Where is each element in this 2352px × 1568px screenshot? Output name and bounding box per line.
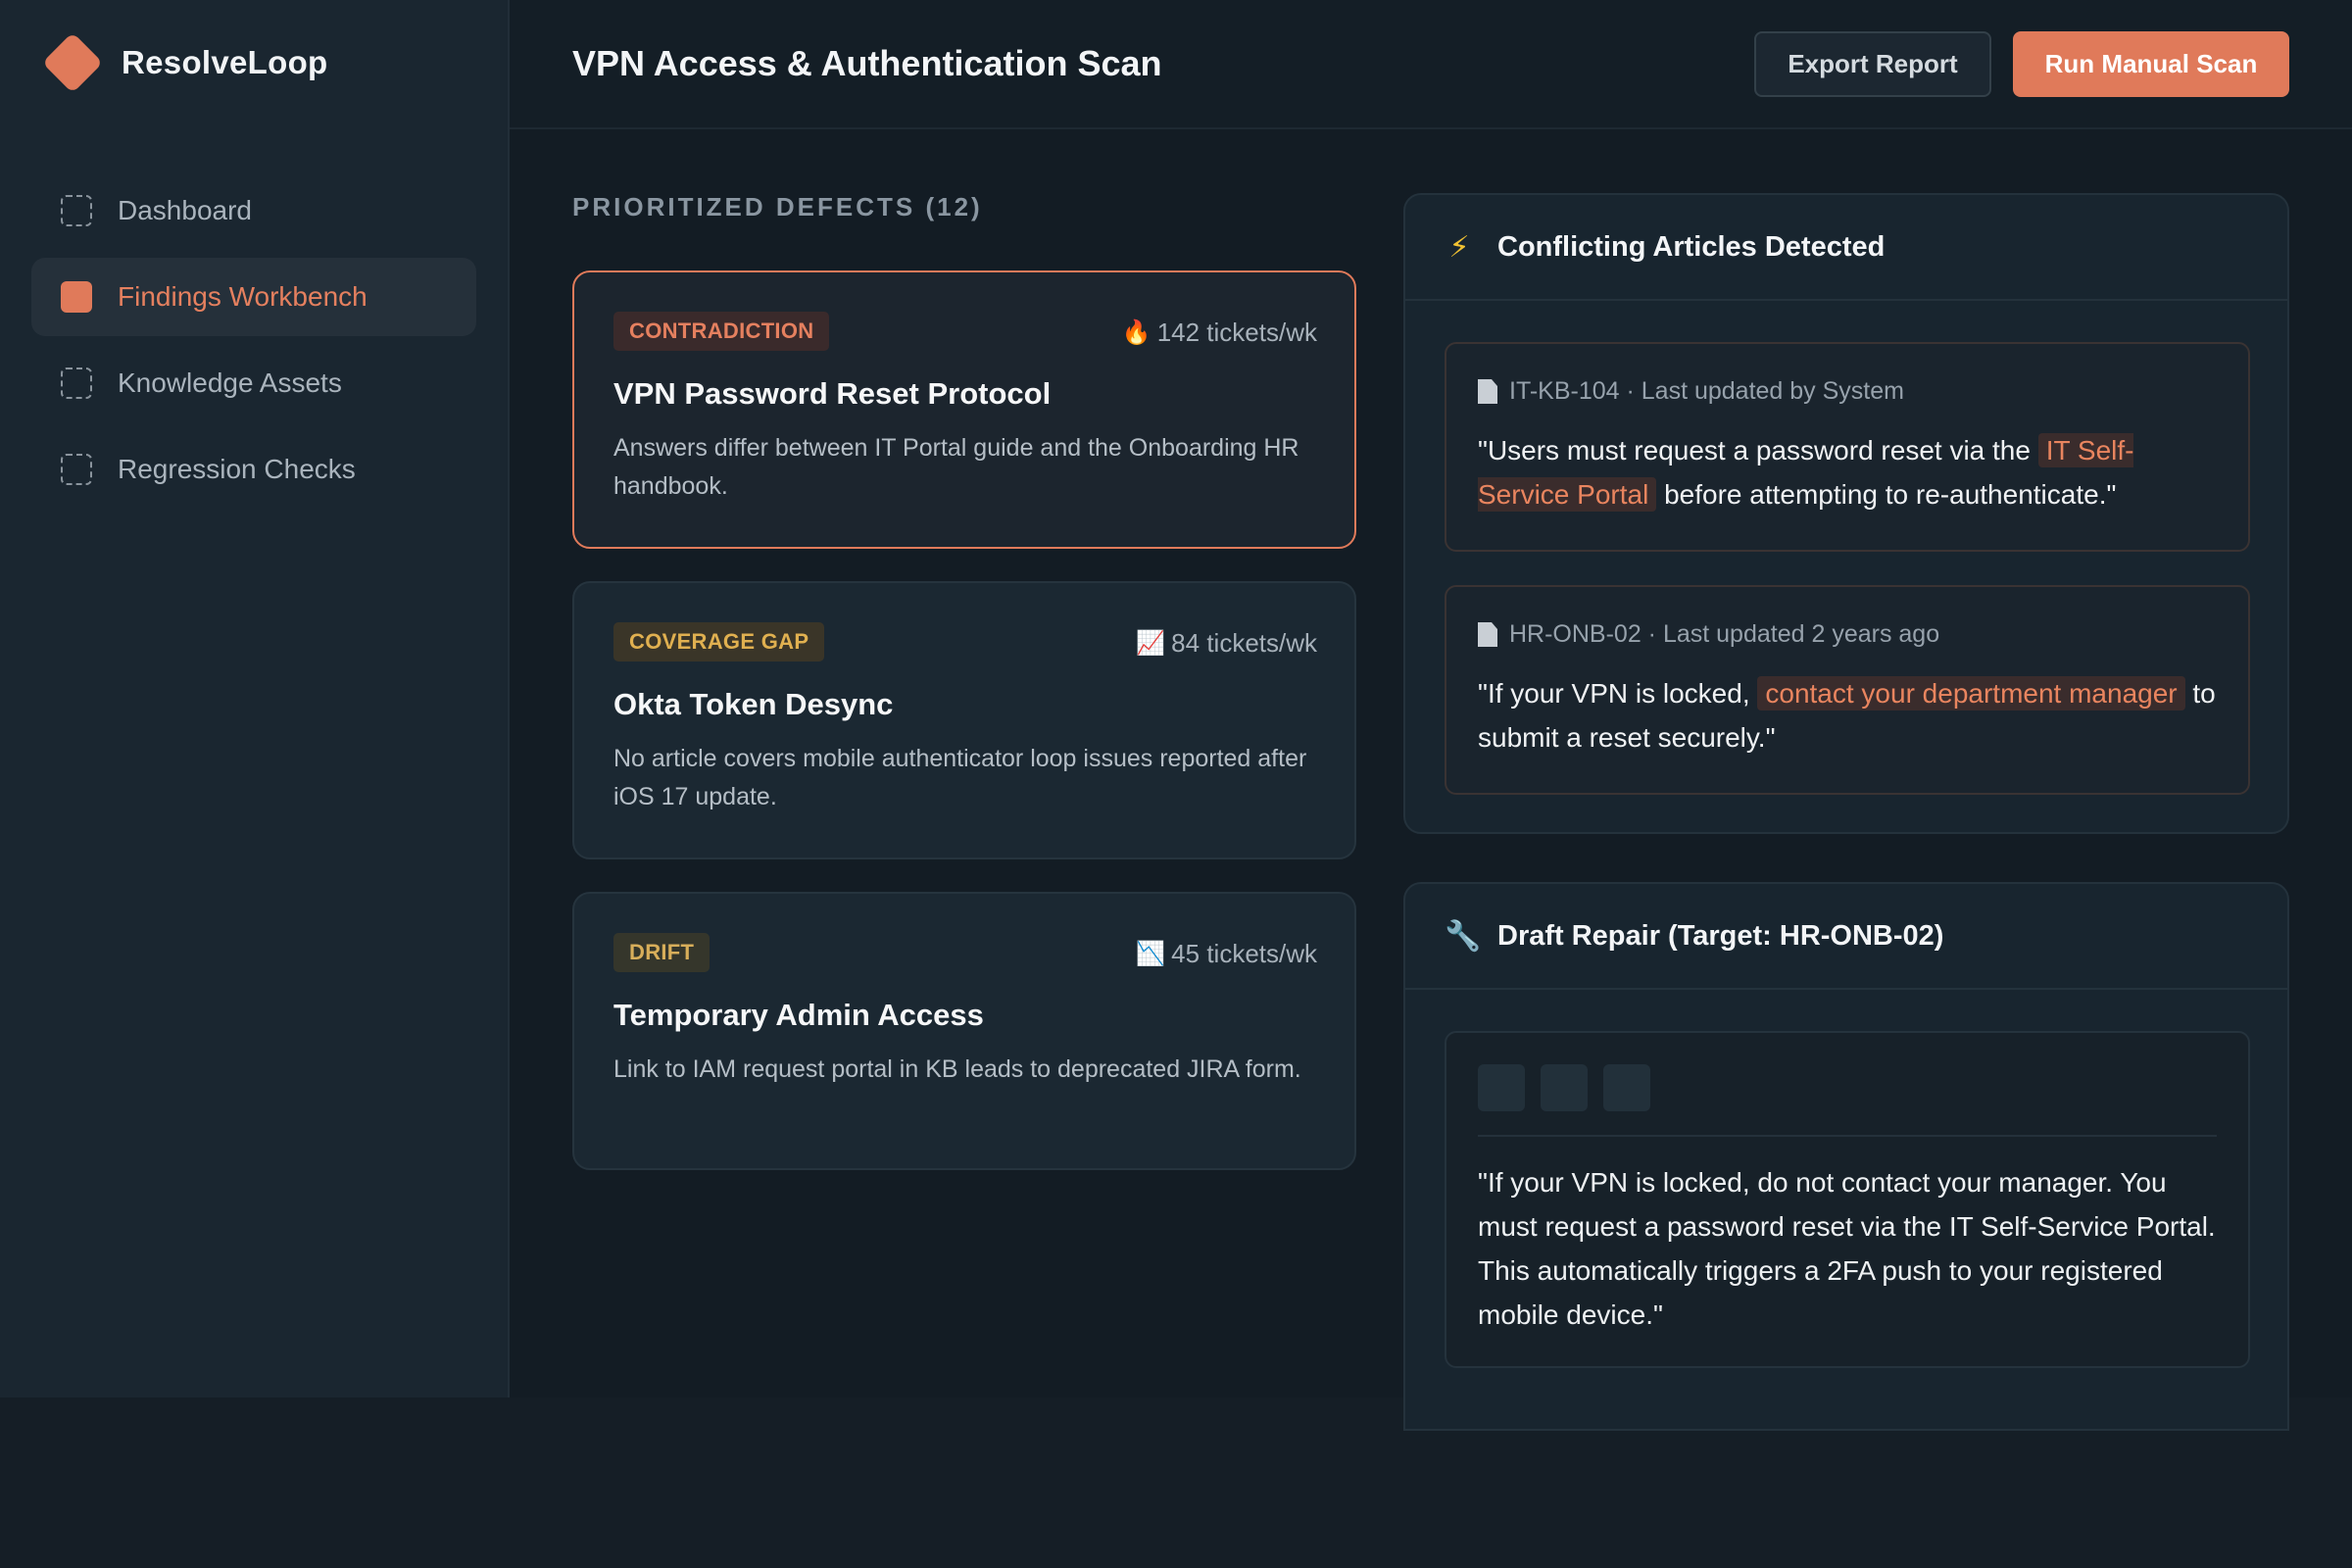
panel-header: 🔧 Draft Repair (Target: HR-ONB-02)	[1405, 884, 2287, 990]
sidebar-item-label: Knowledge Assets	[118, 368, 342, 398]
article-card-it-kb-104[interactable]: IT-KB-104 · Last updated by System "User…	[1445, 342, 2250, 552]
sidebar-item-label: Regression Checks	[118, 454, 356, 484]
defect-description: Link to IAM request portal in KB leads t…	[613, 1055, 1301, 1083]
editor-toolbar	[1478, 1064, 1666, 1111]
page-header: VPN Access & Authentication Scan Export …	[510, 0, 2352, 129]
document-icon	[1478, 622, 1497, 647]
toolbar-button-1[interactable]	[1478, 1064, 1525, 1111]
ticket-count: 📉 45 tickets/wk	[1136, 939, 1317, 969]
conflicting-articles-panel: ⚡ Conflicting Articles Detected IT-KB-10…	[1403, 193, 2289, 834]
defect-card-okta-token-desync[interactable]: COVERAGE GAP 📈 84 tickets/wk Okta Token …	[572, 581, 1356, 859]
toolbar-button-3[interactable]	[1603, 1064, 1650, 1111]
sidebar-item-findings-workbench[interactable]: Findings Workbench	[31, 258, 476, 336]
ticket-count: 📈 84 tickets/wk	[1136, 628, 1317, 659]
quote-text: before attempting to re-authenticate."	[1656, 479, 2117, 510]
run-manual-scan-button[interactable]: Run Manual Scan	[2013, 31, 2289, 97]
sidebar-item-dashboard[interactable]: Dashboard	[31, 172, 476, 250]
quote-text: "Users must request a password reset via…	[1478, 435, 2038, 466]
export-report-button[interactable]: Export Report	[1754, 31, 1991, 97]
conflict-highlight[interactable]: contact your department manager	[1757, 676, 2185, 710]
main-content: VPN Access & Authentication Scan Export …	[510, 0, 2352, 1431]
sidebar: ResolveLoop Dashboard Findings Workbench…	[0, 0, 510, 1397]
draft-text[interactable]: "If your VPN is locked, do not contact y…	[1478, 1160, 2223, 1337]
sidebar-item-label: Findings Workbench	[118, 281, 368, 312]
defect-description: Answers differ between IT Portal guide a…	[613, 434, 1299, 500]
lightning-icon: ⚡	[1448, 230, 1470, 264]
sidebar-item-regression-checks[interactable]: Regression Checks	[31, 430, 476, 509]
status-badge-drift: DRIFT	[613, 933, 710, 972]
section-label-defects: PRIORITIZED DEFECTS (12)	[572, 192, 983, 221]
app-window: ResolveLoop Dashboard Findings Workbench…	[0, 0, 2352, 1431]
defect-card-temporary-admin-access[interactable]: DRIFT 📉 45 tickets/wk Temporary Admin Ac…	[572, 892, 1356, 1170]
panel-header: ⚡ Conflicting Articles Detected	[1405, 195, 2287, 301]
sidebar-item-label: Dashboard	[118, 195, 252, 225]
status-badge-contradiction: CONTRADICTION	[613, 312, 830, 351]
defect-description: No article covers mobile authenticator l…	[613, 745, 1307, 810]
document-icon	[1478, 379, 1497, 404]
article-meta: IT-KB-104 · Last updated by System	[1478, 377, 1904, 406]
findings-icon	[61, 281, 92, 313]
knowledge-icon	[61, 368, 92, 399]
app-name: ResolveLoop	[122, 44, 328, 80]
defect-title: Okta Token Desync	[613, 687, 894, 721]
ticket-count-text: 45 tickets/wk	[1171, 939, 1317, 968]
toolbar-button-2[interactable]	[1541, 1064, 1588, 1111]
article-meta: HR-ONB-02 · Last updated 2 years ago	[1478, 620, 1939, 649]
article-meta-text: HR-ONB-02 · Last updated 2 years ago	[1509, 620, 1940, 648]
article-quote: "If your VPN is locked, contact your dep…	[1478, 671, 2223, 760]
defect-card-vpn-password-reset[interactable]: CONTRADICTION 🔥 142 tickets/wk VPN Passw…	[572, 270, 1356, 549]
logo[interactable]: ResolveLoop	[41, 31, 328, 94]
panel-title: Conflicting Articles Detected	[1497, 230, 1886, 263]
ticket-count-text: 84 tickets/wk	[1171, 628, 1317, 658]
ticket-count: 🔥 142 tickets/wk	[1122, 318, 1317, 348]
ticket-count-text: 142 tickets/wk	[1156, 318, 1317, 347]
article-quote: "Users must request a password reset via…	[1478, 428, 2223, 516]
trend-up-icon: 📈	[1136, 630, 1166, 657]
regression-icon	[61, 454, 92, 485]
divider	[1478, 1135, 2217, 1137]
article-meta-text: IT-KB-104 · Last updated by System	[1509, 377, 1904, 405]
dashboard-icon	[61, 195, 92, 226]
fire-icon: 🔥	[1121, 319, 1152, 346]
status-badge-coverage-gap: COVERAGE GAP	[613, 622, 825, 662]
draft-editor[interactable]: "If your VPN is locked, do not contact y…	[1445, 1031, 2250, 1368]
article-card-hr-onb-02[interactable]: HR-ONB-02 · Last updated 2 years ago "If…	[1445, 585, 2250, 795]
draft-repair-panel: 🔧 Draft Repair (Target: HR-ONB-02) "If y…	[1403, 882, 2289, 1431]
sidebar-nav: Dashboard Findings Workbench Knowledge A…	[31, 172, 476, 516]
trend-down-icon: 📉	[1136, 941, 1166, 967]
defect-title: VPN Password Reset Protocol	[613, 376, 1052, 411]
logo-diamond-icon	[41, 31, 104, 94]
wrench-icon: 🔧	[1445, 919, 1482, 953]
panel-title: Draft Repair (Target: HR-ONB-02)	[1497, 919, 1944, 952]
page-title: VPN Access & Authentication Scan	[572, 43, 1162, 83]
sidebar-item-knowledge-assets[interactable]: Knowledge Assets	[31, 344, 476, 422]
quote-text: "If your VPN is locked,	[1478, 678, 1758, 709]
defect-title: Temporary Admin Access	[613, 998, 984, 1032]
